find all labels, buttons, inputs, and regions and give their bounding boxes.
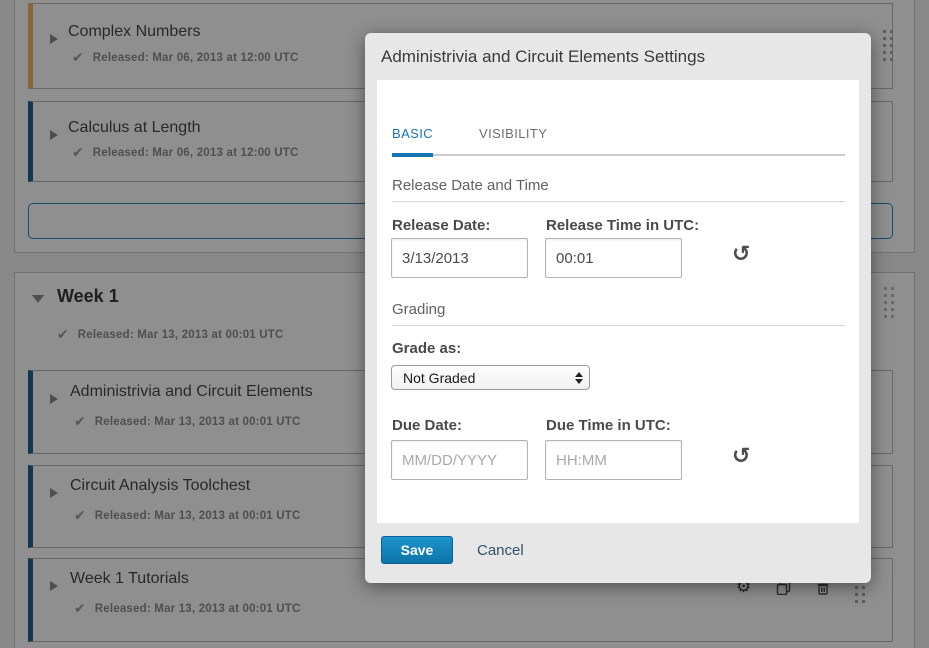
reset-due-icon[interactable]: ↺ <box>732 446 750 468</box>
due-time-label: Due Time in UTC: <box>546 417 671 434</box>
grade-as-select[interactable]: Not Graded <box>391 365 590 390</box>
cancel-link[interactable]: Cancel <box>477 542 524 559</box>
selected-grade-value: Not Graded <box>403 370 575 386</box>
tab-visibility[interactable]: VISIBILITY <box>479 126 547 154</box>
modal-content-panel: BASIC VISIBILITY Release Date and Time R… <box>377 80 859 523</box>
release-date-label: Release Date: <box>392 217 490 234</box>
release-date-input[interactable] <box>391 238 528 278</box>
tab-bar: BASIC VISIBILITY <box>392 126 845 156</box>
course-outline-page: Complex Numbers ✔ Released: Mar 06, 2013… <box>0 0 929 648</box>
grade-as-label: Grade as: <box>392 340 461 357</box>
release-time-label: Release Time in UTC: <box>546 217 699 234</box>
reset-release-icon[interactable]: ↺ <box>732 244 750 266</box>
grading-section-heading: Grading <box>392 301 445 318</box>
settings-modal: Administrivia and Circuit Elements Setti… <box>365 33 871 583</box>
release-time-input[interactable] <box>545 238 682 278</box>
due-date-input[interactable] <box>391 440 528 480</box>
due-date-label: Due Date: <box>392 417 462 434</box>
save-button[interactable]: Save <box>381 536 453 564</box>
due-time-input[interactable] <box>545 440 682 480</box>
divider <box>392 201 845 202</box>
select-stepper-icon <box>575 372 583 384</box>
release-section-heading: Release Date and Time <box>392 177 549 194</box>
modal-title: Administrivia and Circuit Elements Setti… <box>381 47 705 67</box>
divider <box>392 325 845 326</box>
tab-basic[interactable]: BASIC <box>392 126 433 157</box>
